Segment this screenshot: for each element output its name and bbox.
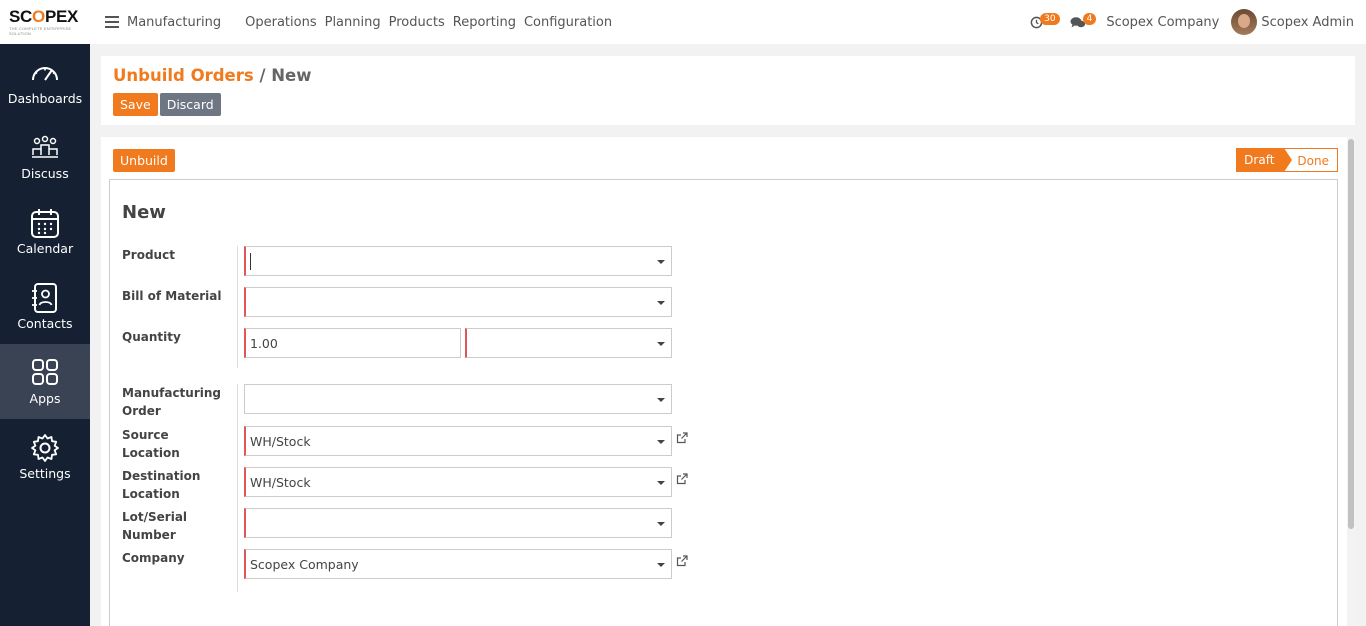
sidebar-item-dashboards[interactable]: Dashboards: [0, 44, 90, 119]
group-divider: [237, 246, 238, 368]
form-view: Unbuild Draft Done New Product Bill of M…: [101, 137, 1355, 626]
sidebar-item-label: Settings: [19, 465, 71, 481]
source-location-field[interactable]: WH/Stock: [244, 426, 672, 456]
sidebar-item-label: Contacts: [17, 315, 73, 331]
text-cursor: [250, 253, 251, 270]
quantity-label: Quantity: [122, 330, 181, 344]
form-sheet: New Product Bill of Material Quantity 1.…: [109, 179, 1338, 626]
status-done[interactable]: Done: [1284, 148, 1338, 172]
chevron-down-icon[interactable]: [657, 342, 665, 346]
destination-location-label: Destination Location: [122, 469, 201, 501]
sidebar-item-discuss[interactable]: Discuss: [0, 119, 90, 194]
chevron-down-icon[interactable]: [657, 522, 665, 526]
record-title: New: [122, 202, 166, 223]
chevron-down-icon[interactable]: [657, 440, 665, 444]
lot-label: Lot/Serial Number: [122, 510, 188, 542]
product-field[interactable]: [244, 246, 672, 276]
sidebar-item-label: Dashboards: [7, 90, 83, 106]
menu-reporting[interactable]: Reporting: [449, 15, 520, 30]
main-menu: Operations Planning Products Reporting C…: [241, 15, 616, 30]
product-label: Product: [122, 248, 175, 262]
current-app-name[interactable]: Manufacturing: [127, 15, 221, 30]
mo-label: Manufacturing Order: [122, 386, 221, 418]
people-icon: [32, 135, 58, 158]
grid-icon: [32, 358, 58, 385]
activity-count-badge: 30: [1040, 13, 1060, 25]
uom-field[interactable]: [465, 328, 672, 358]
status-bar: Draft Done: [1236, 148, 1338, 172]
chevron-down-icon[interactable]: [657, 301, 665, 305]
messages-count-badge: 4: [1082, 13, 1097, 25]
mo-field[interactable]: [244, 384, 672, 414]
form-buttons: Save Discard: [113, 93, 221, 116]
discard-button[interactable]: Discard: [159, 93, 221, 116]
top-navbar: SCOPEX THE COMPLETE ENTERPRISE SOLUTION …: [0, 0, 1366, 44]
source-location-label: Source Location: [122, 428, 180, 460]
company-switcher[interactable]: Scopex Company: [1106, 15, 1219, 30]
menu-products[interactable]: Products: [385, 15, 449, 30]
hamburger-menu-icon[interactable]: [105, 16, 119, 28]
chevron-down-icon[interactable]: [657, 260, 665, 264]
group-divider: [237, 384, 238, 592]
breadcrumb-current: New: [271, 66, 312, 85]
gear-icon: [31, 433, 59, 462]
control-panel: Unbuild Orders / New Save Discard: [101, 56, 1355, 125]
menu-configuration[interactable]: Configuration: [520, 15, 616, 30]
menu-planning[interactable]: Planning: [321, 15, 385, 30]
source-location-value: WH/Stock: [250, 434, 311, 449]
bom-field[interactable]: [244, 287, 672, 317]
systray: 30 4 Scopex Company Scopex Admin: [1030, 0, 1354, 44]
external-link-icon[interactable]: [676, 432, 688, 444]
bom-label: Bill of Material: [122, 289, 222, 303]
breadcrumb: Unbuild Orders / New: [113, 66, 311, 85]
sidebar-item-calendar[interactable]: Calendar: [0, 194, 90, 269]
gauge-icon: [32, 66, 58, 81]
status-draft[interactable]: Draft: [1236, 148, 1293, 172]
breadcrumb-unbuild-orders[interactable]: Unbuild Orders: [113, 66, 254, 85]
save-button[interactable]: Save: [113, 93, 158, 116]
quantity-value: 1.00: [250, 336, 278, 351]
chevron-down-icon[interactable]: [657, 563, 665, 567]
apps-sidebar: Dashboards Discuss Calendar Contacts App…: [0, 44, 90, 626]
sidebar-item-contacts[interactable]: Contacts: [0, 269, 90, 344]
sidebar-item-label: Calendar: [16, 240, 74, 256]
lot-field[interactable]: [244, 508, 672, 538]
menu-operations[interactable]: Operations: [241, 15, 320, 30]
sidebar-item-label: Apps: [29, 390, 61, 406]
external-link-icon[interactable]: [676, 555, 688, 567]
vertical-scrollbar[interactable]: [1347, 137, 1355, 626]
destination-location-field[interactable]: WH/Stock: [244, 467, 672, 497]
company-value: Scopex Company: [250, 557, 359, 572]
quantity-input[interactable]: 1.00: [244, 328, 461, 358]
activity-menu[interactable]: 30: [1030, 13, 1060, 29]
logo-tagline: THE COMPLETE ENTERPRISE SOLUTION: [9, 25, 72, 36]
user-avatar[interactable]: [1231, 9, 1258, 35]
logo-wordmark: SCOPEX: [9, 6, 79, 26]
unbuild-button[interactable]: Unbuild: [113, 149, 175, 172]
user-menu[interactable]: Scopex Admin: [1261, 15, 1354, 30]
company-label: Company: [122, 551, 185, 565]
company-field[interactable]: Scopex Company: [244, 549, 672, 579]
destination-location-value: WH/Stock: [250, 475, 311, 490]
chevron-down-icon[interactable]: [657, 398, 665, 402]
messaging-menu[interactable]: 4: [1070, 13, 1097, 29]
scopex-logo[interactable]: SCOPEX THE COMPLETE ENTERPRISE SOLUTION: [0, 0, 90, 44]
sidebar-item-label: Discuss: [21, 165, 69, 181]
scrollbar-thumb[interactable]: [1348, 139, 1354, 529]
external-link-icon[interactable]: [676, 473, 688, 485]
calendar-icon: [31, 208, 59, 238]
breadcrumb-separator: /: [259, 66, 266, 85]
chevron-down-icon[interactable]: [657, 481, 665, 485]
sidebar-item-settings[interactable]: Settings: [0, 419, 90, 494]
sidebar-item-apps[interactable]: Apps: [0, 344, 90, 419]
contact-book-icon: [32, 282, 57, 313]
